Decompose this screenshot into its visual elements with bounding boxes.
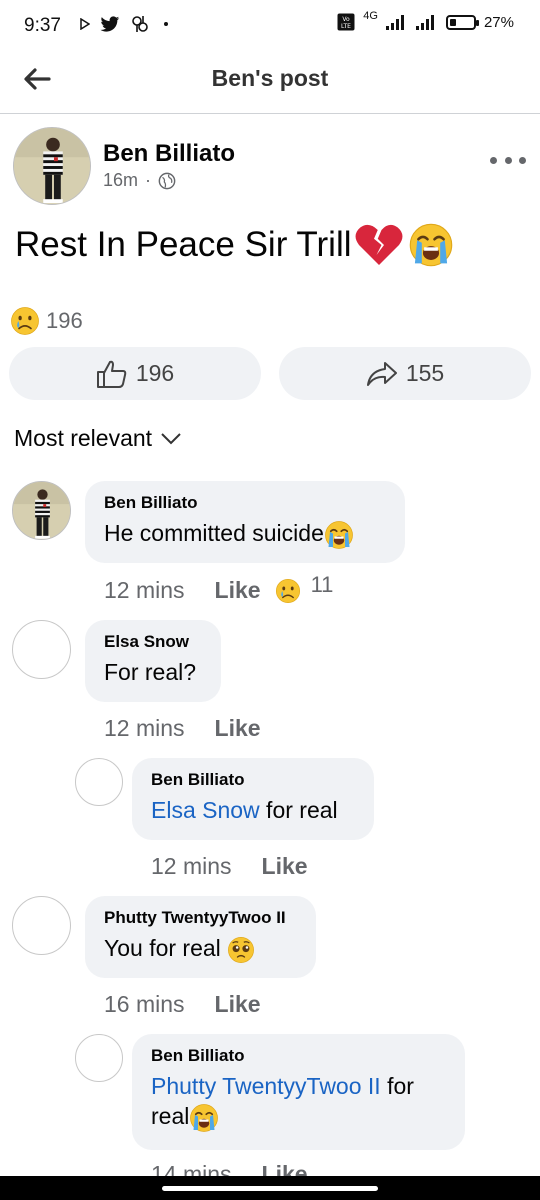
reaction-count: 196 xyxy=(46,308,83,333)
signal-icon xyxy=(385,15,404,30)
play-icon xyxy=(80,18,90,30)
more-icon xyxy=(490,156,497,164)
comment-author[interactable]: Phutty TwentyyTwoo II xyxy=(104,908,297,928)
app-notification-icon xyxy=(132,16,148,32)
comment-time: 16 mins xyxy=(104,991,185,1017)
reply-avatar[interactable] xyxy=(75,758,123,806)
reply-time: 12 mins xyxy=(151,853,232,879)
comment-bubble[interactable]: Elsa Snow For real? xyxy=(85,620,221,702)
sort-label: Most relevant xyxy=(14,425,153,451)
battery-percent: 27% xyxy=(483,13,514,31)
comment-meta: 16 mins Like xyxy=(104,991,261,1018)
comment-time: 12 mins xyxy=(104,715,185,741)
reply-author[interactable]: Ben Billiato xyxy=(151,1046,446,1066)
meta-separator: · xyxy=(145,170,152,190)
mention-link[interactable]: Phutty TwentyyTwoo II xyxy=(151,1073,381,1099)
reply-author[interactable]: Ben Billiato xyxy=(151,770,355,790)
post-text: Rest In Peace Sir Trill xyxy=(15,222,454,268)
comment-text-content: You for real xyxy=(104,935,221,961)
reply-text-line1: for xyxy=(380,1073,414,1099)
app-header: Ben's post xyxy=(0,52,540,114)
comment-avatar[interactable] xyxy=(12,620,71,679)
broken-heart-icon xyxy=(355,224,402,265)
globe-icon xyxy=(158,172,176,189)
share-arrow-icon xyxy=(366,361,397,386)
reply-text-line2: real xyxy=(151,1103,190,1129)
comment-like-button[interactable]: Like xyxy=(215,991,261,1018)
comment-author[interactable]: Ben Billiato xyxy=(104,493,386,513)
post-reaction-summary[interactable]: 196 xyxy=(10,306,83,336)
comment-bubble[interactable]: Phutty TwentyyTwoo II You for real xyxy=(85,896,316,978)
post-text-content: Rest In Peace Sir Trill xyxy=(15,225,352,264)
reply-avatar[interactable] xyxy=(75,1034,123,1082)
home-gesture-handle[interactable] xyxy=(162,1186,378,1191)
share-count: 155 xyxy=(405,360,445,386)
comment-meta: 12 mins Like 11 xyxy=(104,572,333,604)
comment-like-button[interactable]: Like xyxy=(215,715,261,742)
battery-icon xyxy=(445,14,479,30)
twitter-icon xyxy=(100,15,120,32)
mention-link[interactable]: Elsa Snow xyxy=(151,797,260,823)
comment-sort-dropdown[interactable]: Most relevant xyxy=(14,425,182,452)
post-author-name[interactable]: Ben Billiato xyxy=(103,140,235,168)
reply-like-button[interactable]: Like xyxy=(262,853,308,880)
status-right: Vo LTE 4G 27% xyxy=(337,10,514,31)
comment-like-button[interactable]: Like xyxy=(215,577,261,604)
crying-emoji-icon xyxy=(324,520,354,550)
svg-text:Vo: Vo xyxy=(343,16,351,23)
comment-text-content: He committed suicide xyxy=(104,520,324,546)
comment-reaction-summary[interactable]: 11 xyxy=(275,572,333,604)
system-nav-bar xyxy=(0,1176,540,1200)
signal-icon-2 xyxy=(415,15,434,30)
volte-icon: VoLTE xyxy=(337,13,355,31)
pleading-emoji-icon xyxy=(227,936,255,964)
reply-text: Elsa Snow for real xyxy=(151,795,355,825)
thumbs-up-icon xyxy=(96,360,127,388)
comment-time: 12 mins xyxy=(104,577,185,603)
like-button[interactable]: 196 xyxy=(9,347,261,400)
dot-icon xyxy=(164,22,168,26)
comment-reaction-count: 11 xyxy=(310,571,334,597)
reply-text: Phutty TwentyyTwoo II for real xyxy=(151,1071,446,1133)
chevron-down-icon xyxy=(161,432,181,444)
comment-avatar[interactable] xyxy=(12,481,71,540)
status-bar: 9:37 Vo LTE 4G 27% xyxy=(0,0,540,52)
more-options-button[interactable] xyxy=(490,150,526,170)
comment-author[interactable]: Elsa Snow xyxy=(104,632,202,652)
comment-meta: 12 mins Like xyxy=(104,715,261,742)
reply-bubble[interactable]: Ben Billiato Phutty TwentyyTwoo II for r… xyxy=(132,1034,465,1150)
status-time: 9:37 xyxy=(24,15,61,36)
sad-emoji-icon xyxy=(10,306,40,336)
page-title: Ben's post xyxy=(211,65,329,91)
comment-text: You for real xyxy=(104,933,297,964)
post-author-avatar[interactable] xyxy=(13,127,91,205)
post-time[interactable]: 16m xyxy=(103,170,138,191)
comment-avatar[interactable] xyxy=(12,896,71,955)
comment-text: For real? xyxy=(104,659,197,685)
network-type: 4G xyxy=(363,10,378,22)
comment-bubble[interactable]: Ben Billiato He committed suicide xyxy=(85,481,405,563)
reply-meta: 12 mins Like xyxy=(151,853,308,880)
crying-emoji-icon xyxy=(408,222,454,268)
crying-emoji-icon xyxy=(189,1103,219,1133)
share-button[interactable]: 155 xyxy=(279,347,531,400)
sad-emoji-icon xyxy=(275,578,301,604)
reply-text-content: for real xyxy=(259,797,338,823)
post-meta: 16m · xyxy=(103,170,176,191)
reply-bubble[interactable]: Ben Billiato Elsa Snow for real xyxy=(132,758,374,840)
battery-level xyxy=(449,18,456,26)
comment-text: He committed suicide xyxy=(104,518,386,550)
status-notification-icons xyxy=(80,14,168,34)
like-count: 196 xyxy=(135,360,175,386)
svg-text:LTE: LTE xyxy=(341,23,351,30)
